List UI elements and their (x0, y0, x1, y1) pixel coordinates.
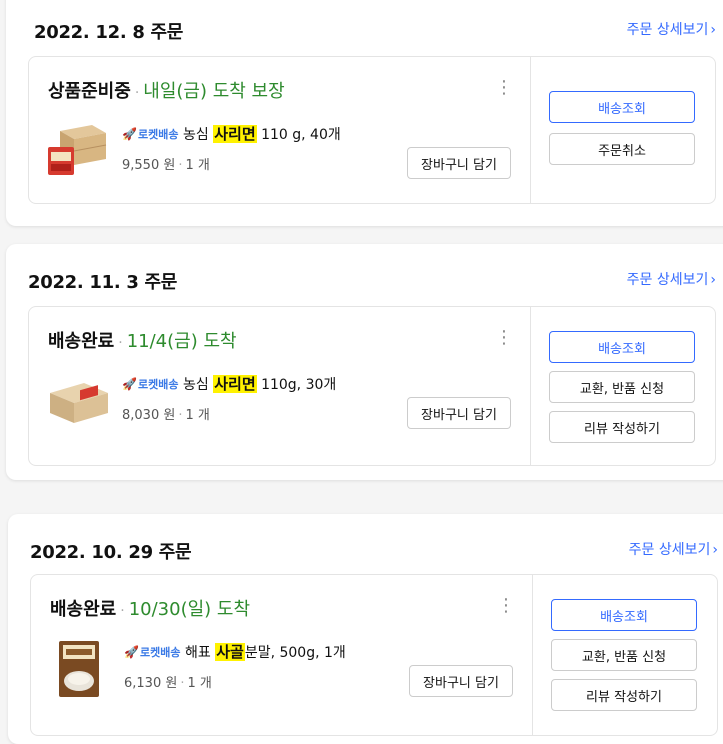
product-name-suffix: 분말, 500g, 1개 (244, 645, 346, 661)
exchange-return-button[interactable]: 교환, 반품 신청 (551, 639, 697, 671)
column-divider (532, 575, 533, 735)
order-detail-label: 주문 상세보기 (626, 272, 709, 288)
rocket-icon: 🚀 (122, 127, 137, 141)
chevron-right-icon: › (710, 272, 716, 288)
track-delivery-button[interactable]: 배송조회 (551, 599, 697, 631)
order-card: 2022. 10. 29 주문 주문 상세보기 › 배송완료 · 10/30(일) 도… (8, 514, 723, 744)
chevron-right-icon: › (710, 22, 716, 38)
column-divider (530, 57, 531, 203)
delivery-status: 배송완료 · 10/30(일) 도착 (50, 595, 250, 621)
kebab-menu-icon[interactable]: ⋮ (495, 329, 513, 347)
item-price: 9,550 원 (122, 158, 176, 173)
product-name-suffix: 110 g, 40개 (256, 127, 341, 143)
add-to-cart-button[interactable]: 장바구니 담기 (407, 147, 511, 179)
product-name[interactable]: 해표 사골분말, 500g, 1개 (185, 641, 346, 662)
status-separator: · (120, 603, 125, 619)
delivery-status: 배송완료 · 11/4(금) 도착 (48, 327, 237, 353)
product-name-prefix: 해표 (185, 645, 216, 661)
delivery-status: 상품준비중 · 내일(금) 도착 보장 (48, 77, 285, 103)
order-detail-link[interactable]: 주문 상세보기 › (627, 19, 716, 39)
rocket-label: 로켓배송 (137, 378, 179, 391)
price-quantity: 9,550 원 · 1 개 (122, 154, 210, 173)
product-thumbnail[interactable] (46, 121, 112, 179)
product-name-highlight: 사골 (215, 643, 245, 661)
rocket-label: 로켓배송 (137, 128, 179, 141)
price-separator: · (178, 408, 183, 423)
status-label: 배송완료 (48, 331, 115, 352)
status-separator: · (134, 85, 140, 101)
item-price: 6,130 원 (124, 676, 178, 691)
price-separator: · (180, 676, 185, 691)
write-review-button[interactable]: 리뷰 작성하기 (551, 679, 697, 711)
rocket-icon: 🚀 (122, 377, 137, 391)
rocket-delivery-badge: 🚀로켓배송 (122, 126, 178, 142)
order-card: 2022. 12. 8 주문 주문 상세보기 › 상품준비중 · 내일(금) 도착 보… (6, 0, 723, 226)
order-date: 2022. 10. 29 주문 (30, 542, 192, 563)
item-price: 8,030 원 (122, 408, 176, 423)
column-divider (530, 307, 531, 465)
item-quantity: 1 개 (185, 408, 210, 423)
exchange-return-button[interactable]: 교환, 반품 신청 (549, 371, 695, 403)
order-detail-label: 주문 상세보기 (628, 542, 711, 558)
product-thumbnail[interactable] (46, 371, 112, 429)
order-detail-label: 주문 상세보기 (626, 22, 709, 38)
product-name[interactable]: 농심 사리면 110 g, 40개 (183, 123, 341, 144)
arrival-text: 11/4(금) 도착 (126, 331, 237, 352)
price-quantity: 8,030 원 · 1 개 (122, 404, 210, 423)
write-review-button[interactable]: 리뷰 작성하기 (549, 411, 695, 443)
arrival-text: 10/30(일) 도착 (128, 599, 251, 620)
arrival-text: 내일(금) 도착 보장 (143, 81, 285, 102)
product-name-suffix: 110g, 30개 (256, 377, 337, 393)
order-card: 2022. 11. 3 주문 주문 상세보기 › 배송완료 · 11/4(금) 도착 … (6, 244, 723, 480)
product-name-prefix: 농심 (183, 377, 214, 393)
order-date: 2022. 11. 3 주문 (28, 272, 178, 293)
item-quantity: 1 개 (187, 676, 212, 691)
kebab-menu-icon[interactable]: ⋮ (495, 79, 513, 97)
order-item-box: 상품준비중 · 내일(금) 도착 보장 ⋮ 🚀로켓배송 농심 사리면 110 g, … (28, 56, 716, 204)
product-name[interactable]: 농심 사리면 110g, 30개 (183, 373, 336, 394)
price-separator: · (178, 158, 183, 173)
add-to-cart-button[interactable]: 장바구니 담기 (407, 397, 511, 429)
chevron-right-icon: › (712, 542, 718, 558)
kebab-menu-icon[interactable]: ⋮ (497, 597, 515, 615)
rocket-delivery-badge: 🚀로켓배송 (124, 644, 180, 660)
status-label: 상품준비중 (48, 81, 131, 102)
cancel-order-button[interactable]: 주문취소 (549, 133, 695, 165)
track-delivery-button[interactable]: 배송조회 (549, 91, 695, 123)
rocket-delivery-badge: 🚀로켓배송 (122, 376, 178, 392)
product-name-highlight: 사리면 (213, 375, 257, 393)
product-thumbnail[interactable] (57, 641, 101, 699)
product-name-prefix: 농심 (183, 127, 214, 143)
status-separator: · (118, 335, 123, 351)
order-item-box: 배송완료 · 10/30(일) 도착 ⋮ 🚀로켓배송 해표 사골분말, 500g, … (30, 574, 718, 736)
track-delivery-button[interactable]: 배송조회 (549, 331, 695, 363)
price-quantity: 6,130 원 · 1 개 (124, 672, 212, 691)
item-quantity: 1 개 (185, 158, 210, 173)
order-detail-link[interactable]: 주문 상세보기 › (629, 539, 718, 559)
add-to-cart-button[interactable]: 장바구니 담기 (409, 665, 513, 697)
order-item-box: 배송완료 · 11/4(금) 도착 ⋮ 🚀로켓배송 농심 사리면 110g, 30개… (28, 306, 716, 466)
product-name-highlight: 사리면 (213, 125, 257, 143)
rocket-icon: 🚀 (124, 645, 139, 659)
order-detail-link[interactable]: 주문 상세보기 › (627, 269, 716, 289)
status-label: 배송완료 (50, 599, 117, 620)
order-date: 2022. 12. 8 주문 (34, 22, 184, 43)
rocket-label: 로켓배송 (139, 646, 181, 659)
